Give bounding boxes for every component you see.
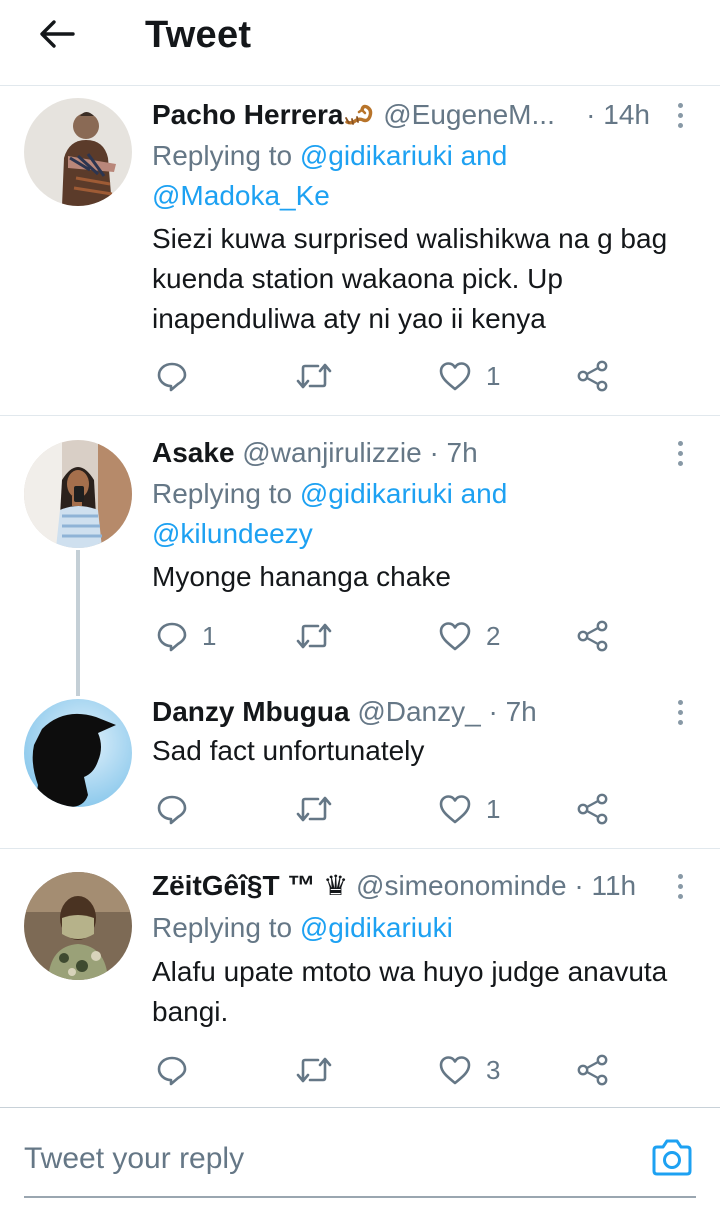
like-button[interactable]: 1 [438, 354, 500, 398]
tweet-text: Myonge hananga chake [152, 561, 451, 592]
avatar[interactable] [24, 440, 132, 548]
reply-icon [157, 362, 187, 392]
like-count: 2 [486, 620, 501, 651]
share-icon [577, 793, 608, 825]
more-options-button[interactable] [670, 692, 690, 732]
tweet-text: Siezi kuwa surprised walishikwa na g bag… [152, 223, 668, 334]
tweet-actions: 3 [152, 1048, 632, 1092]
retweet-icon [296, 1057, 332, 1083]
back-button[interactable] [30, 12, 84, 56]
heart-icon [439, 795, 471, 824]
more-options-button[interactable] [670, 866, 690, 906]
avatar[interactable] [24, 872, 132, 980]
user-handle[interactable]: @wanjirulizzie [242, 437, 421, 468]
share-icon [577, 360, 608, 392]
share-button[interactable] [576, 787, 610, 831]
timestamp[interactable]: · 14h [580, 97, 650, 133]
thread-connector [76, 550, 80, 696]
display-name[interactable]: Danzy Mbugua [152, 696, 350, 727]
retweet-button[interactable] [296, 1048, 346, 1092]
timestamp[interactable]: · 7h [489, 696, 537, 727]
tweet-actions: 1 2 [152, 614, 632, 658]
retweet-button[interactable] [296, 787, 346, 831]
scorpion-icon [343, 99, 375, 130]
mention-link[interactable]: @gidikariuki [300, 912, 453, 943]
tweet-header: ZëitGêî§T ™ ♛ @simeonominde · 11h [152, 868, 650, 904]
more-options-button[interactable] [670, 95, 690, 135]
share-button[interactable] [576, 614, 610, 658]
like-count: 1 [486, 360, 501, 391]
display-name[interactable]: Pacho Herrera [152, 99, 343, 130]
mention-link[interactable]: @gidikariuki [300, 140, 453, 171]
reply-composer [0, 1107, 720, 1208]
camera-icon [652, 1139, 692, 1176]
timestamp[interactable]: · 11h [574, 870, 636, 901]
reply-button[interactable] [156, 1048, 202, 1092]
user-handle[interactable]: @EugeneM... [383, 99, 555, 130]
retweet-button[interactable] [296, 614, 346, 658]
reply-button[interactable] [156, 787, 202, 831]
reply-icon [157, 1056, 187, 1086]
avatar[interactable] [24, 98, 132, 206]
share-button[interactable] [576, 1048, 610, 1092]
mention-link[interactable]: @gidikariuki [300, 478, 453, 509]
tweet-item[interactable]: Pacho Herrera @EugeneM... · 14h Replying… [0, 87, 720, 416]
more-options-button[interactable] [670, 433, 690, 473]
tweet-actions: 1 [152, 787, 632, 831]
reply-count: 1 [202, 620, 217, 651]
tweet-text: Alafu upate mtoto wa huyo judge anavuta … [152, 956, 668, 1027]
display-name[interactable]: ZëitGêî§T ™ ♛ [152, 870, 348, 901]
timestamp[interactable]: · 7h [429, 437, 477, 468]
camera-button[interactable] [650, 1138, 694, 1178]
like-count: 1 [486, 793, 501, 824]
share-icon [577, 620, 608, 652]
reply-button[interactable] [156, 354, 202, 398]
retweet-icon [296, 363, 332, 389]
reply-context: Replying to @gidikariuki and @Madoka_Ke [152, 140, 508, 211]
like-count: 3 [486, 1054, 501, 1085]
heart-icon [439, 362, 471, 391]
reply-icon [157, 622, 187, 652]
like-button[interactable]: 2 [438, 614, 500, 658]
tweet-item[interactable]: ZëitGêî§T ™ ♛ @simeonominde · 11h Replyi… [0, 850, 720, 1106]
retweet-button[interactable] [296, 354, 346, 398]
input-underline [24, 1196, 696, 1198]
retweet-icon [296, 623, 332, 649]
top-bar: Tweet [0, 0, 720, 86]
tweet-header: Asake @wanjirulizzie · 7h [152, 435, 650, 471]
page-title: Tweet [145, 14, 252, 56]
like-button[interactable]: 3 [438, 1048, 500, 1092]
share-button[interactable] [576, 354, 610, 398]
like-button[interactable]: 1 [438, 787, 500, 831]
heart-icon [439, 622, 471, 651]
tweet-thread: Asake @wanjirulizzie · 7h Replying to @g… [0, 417, 720, 849]
avatar[interactable] [24, 699, 132, 807]
reply-icon [157, 795, 187, 825]
mention-link[interactable]: @Madoka_Ke [152, 180, 330, 211]
mention-link[interactable]: @kilundeezy [152, 518, 313, 549]
reply-context: Replying to @gidikariuki [152, 912, 453, 943]
display-name[interactable]: Asake [152, 437, 235, 468]
reply-context: Replying to @gidikariuki and @kilundeezy [152, 478, 508, 549]
share-icon [577, 1054, 608, 1086]
user-handle[interactable]: @simeonominde [356, 870, 567, 901]
heart-icon [439, 1056, 471, 1085]
retweet-icon [296, 796, 332, 822]
arrow-left-icon [40, 20, 75, 48]
reply-button[interactable]: 1 [156, 614, 216, 658]
user-handle[interactable]: @Danzy_ [357, 696, 480, 727]
tweet-header: Pacho Herrera @EugeneM... · 14h [152, 97, 650, 133]
tweet-text: Sad fact unfortunately [152, 735, 425, 766]
reply-input[interactable] [24, 1134, 624, 1184]
tweet-actions: 1 [152, 354, 632, 398]
tweet-header: Danzy Mbugua @Danzy_ · 7h [152, 694, 650, 730]
